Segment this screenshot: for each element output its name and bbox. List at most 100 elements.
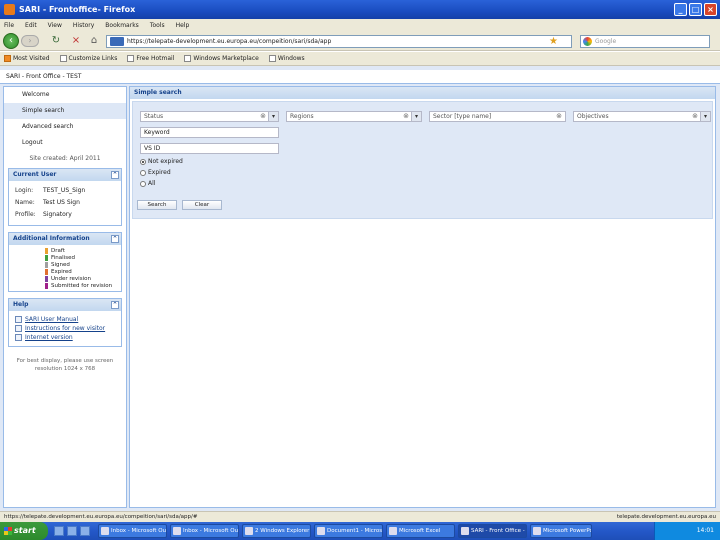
bookmark-label: Windows [277, 55, 305, 62]
objectives-combo[interactable]: Objectives ⊗ ▾ [573, 111, 711, 122]
collapse-icon[interactable]: ^ [111, 171, 119, 179]
url-text: https://telepate-development.eu.europa.e… [127, 38, 332, 45]
dropdown-arrow-icon[interactable]: ▾ [700, 111, 711, 122]
combo-placeholder: Regions [290, 113, 314, 120]
search-button[interactable]: Search [137, 200, 177, 210]
bookmark-label: Most Visited [13, 55, 50, 62]
menu-help[interactable]: Help [176, 22, 190, 29]
maximize-button[interactable]: □ [689, 3, 702, 16]
outlook-icon[interactable] [80, 526, 90, 536]
page-content: SARI - Front Office - TEST Welcome Simpl… [0, 66, 720, 511]
dropdown-arrow-icon[interactable]: ▾ [411, 111, 422, 122]
status-host: telepate.development.eu.europa.eu [616, 514, 716, 520]
help-link-user-manual[interactable]: SARI User Manual [15, 315, 115, 324]
minimize-button[interactable]: _ [674, 3, 687, 16]
system-tray: 14:01 [654, 522, 720, 540]
show-desktop-icon[interactable] [54, 526, 64, 536]
quick-launch [48, 526, 98, 536]
clear-icon[interactable]: ⊗ [260, 112, 266, 121]
task-explorer[interactable]: 2 Windows Explorer [242, 524, 311, 538]
feed-icon [4, 55, 11, 62]
document-icon [15, 325, 22, 332]
bookmark-windows-marketplace[interactable]: Windows Marketplace [184, 55, 259, 62]
menu-view[interactable]: View [48, 22, 62, 29]
radio-not-expired[interactable]: Not expired [140, 158, 183, 165]
regions-combo[interactable]: Regions ⊗ ▾ [286, 111, 422, 122]
legend-swatch [45, 254, 48, 261]
sidebar-item-simple-search[interactable]: Simple search [4, 103, 126, 119]
radio-label: Expired [148, 169, 171, 176]
menu-bookmarks[interactable]: Bookmarks [105, 22, 139, 29]
document-icon [15, 334, 22, 341]
radio-icon [140, 169, 146, 176]
vs-id-input[interactable]: VS ID [140, 143, 279, 154]
sector-combo[interactable]: Sector [type name] ⊗ [429, 111, 566, 122]
combo-placeholder: Status [144, 113, 164, 120]
clear-button[interactable]: Clear [182, 200, 222, 210]
help-link-instructions[interactable]: Instructions for new visitor [15, 324, 115, 333]
bookmark-customize-links[interactable]: Customize Links [59, 55, 118, 62]
legend-item: Submitted for revision [45, 282, 115, 289]
clear-icon[interactable]: ⊗ [556, 112, 562, 121]
field-value: TEST_US_Sign [43, 187, 86, 194]
close-button[interactable]: × [704, 3, 717, 16]
legend-item: Expired [45, 268, 115, 275]
forward-button[interactable]: › [21, 35, 39, 47]
legend-label: Signed [51, 261, 70, 268]
radio-all[interactable]: All [140, 180, 155, 187]
bookmark-windows[interactable]: Windows [268, 55, 305, 62]
sidebar: Welcome Simple search Advanced search Lo… [3, 86, 127, 508]
collapse-icon[interactable]: ^ [111, 301, 119, 309]
sidebar-item-advanced-search[interactable]: Advanced search [4, 119, 126, 135]
legend-swatch [45, 247, 48, 254]
task-outlook-2[interactable]: Inbox - Microsoft Out... [170, 524, 239, 538]
legend-swatch [45, 282, 48, 289]
radio-expired[interactable]: Expired [140, 169, 171, 176]
legend-label: Draft [51, 247, 65, 254]
additional-info-panel: Additional Information ^ Draft Finalised Si… [8, 232, 122, 292]
sidebar-item-welcome[interactable]: Welcome [4, 87, 126, 103]
home-icon[interactable]: ⌂ [88, 35, 100, 47]
additional-info-header: Additional Information ^ [9, 233, 121, 245]
dropdown-arrow-icon[interactable]: ▾ [268, 111, 279, 122]
menu-history[interactable]: History [73, 22, 94, 29]
task-word[interactable]: Document1 - Microso... [314, 524, 383, 538]
status-bar: https://telepate.development.eu.europa.e… [0, 511, 720, 522]
start-button[interactable]: start [0, 522, 48, 540]
reload-icon[interactable]: ↻ [50, 35, 62, 47]
back-button[interactable]: ‹ [3, 33, 19, 49]
bookmarks-toolbar: Most Visited Customize Links Free Hotmai… [0, 52, 720, 66]
keyword-input[interactable]: Keyword [140, 127, 279, 138]
bookmark-label: Windows Marketplace [193, 55, 259, 62]
bookmark-label: Customize Links [68, 55, 118, 62]
panel-title: Additional Information [13, 235, 90, 242]
task-powerpoint[interactable]: Microsoft PowerPoint... [530, 524, 592, 538]
clock: 14:01 [696, 527, 714, 534]
task-firefox[interactable]: SARI - Front Office - F... [458, 524, 527, 538]
help-link-internet-version[interactable]: Internet version [15, 333, 115, 342]
legend-item: Finalised [45, 254, 115, 261]
resolution-note: For best display, please use screen reso… [16, 358, 114, 372]
field-label: Name: [15, 199, 35, 206]
page-icon [184, 55, 192, 62]
bookmark-star-icon[interactable]: ★ [549, 35, 558, 48]
menu-file[interactable]: File [4, 22, 14, 29]
bookmark-free-hotmail[interactable]: Free Hotmail [127, 55, 174, 62]
sidebar-item-logout[interactable]: Logout [4, 135, 126, 151]
clear-icon[interactable]: ⊗ [692, 112, 698, 121]
site-identity-icon[interactable] [110, 37, 124, 46]
task-outlook-1[interactable]: Inbox - Microsoft Out... [98, 524, 167, 538]
google-icon [583, 37, 592, 46]
stop-icon[interactable]: × [70, 35, 82, 47]
bookmark-most-visited[interactable]: Most Visited [4, 55, 50, 62]
url-input[interactable]: https://telepate-development.eu.europa.e… [106, 35, 572, 48]
collapse-icon[interactable]: ^ [111, 235, 119, 243]
status-combo[interactable]: Status ⊗ ▾ [140, 111, 279, 122]
browser-icon[interactable] [67, 526, 77, 536]
legend-item: Signed [45, 261, 115, 268]
menu-edit[interactable]: Edit [25, 22, 37, 29]
menu-tools[interactable]: Tools [150, 22, 165, 29]
clear-icon[interactable]: ⊗ [403, 112, 409, 121]
search-input[interactable]: Google [580, 35, 710, 48]
task-excel[interactable]: Microsoft Excel [386, 524, 455, 538]
